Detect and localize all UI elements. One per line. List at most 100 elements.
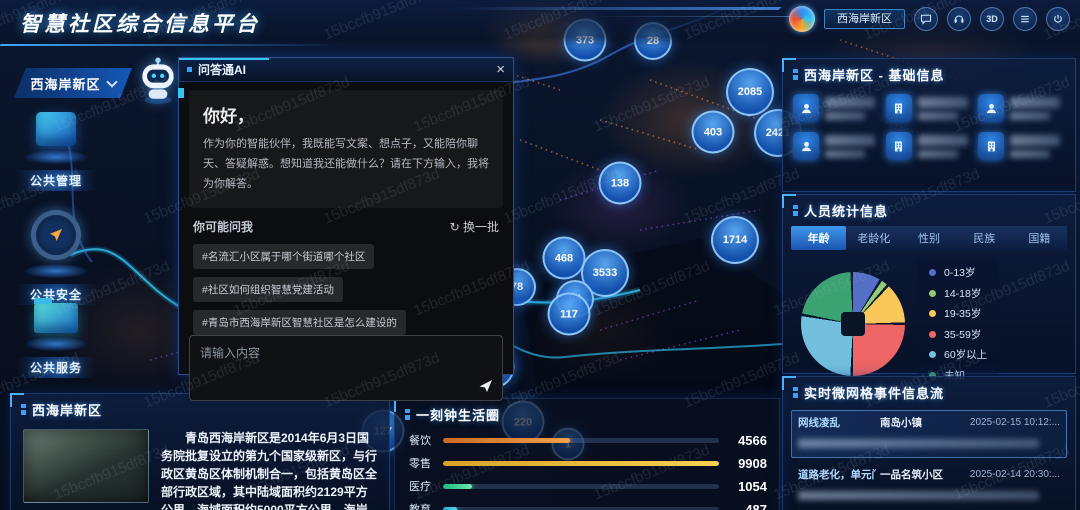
masked-value <box>918 135 968 146</box>
tab-性别[interactable]: 性别 <box>901 226 956 250</box>
district-selector[interactable]: 西海岸新区 <box>14 68 132 98</box>
bar-category-label: 医疗 <box>409 478 435 494</box>
tab-民族[interactable]: 民族 <box>957 226 1012 250</box>
event-timestamp: 2025-02-15 10:12:... <box>952 417 1060 428</box>
stat-text <box>918 97 968 120</box>
stat-text <box>825 97 875 120</box>
panel-title: 西海岸新区 <box>32 400 102 419</box>
event-place: 一品名筑小区 <box>880 467 948 482</box>
send-icon[interactable] <box>478 378 494 394</box>
panel-title-icon <box>793 387 798 398</box>
bar-category-label: 零售 <box>409 455 435 471</box>
stat-text <box>825 135 875 158</box>
ai-assistant-avatar[interactable] <box>133 52 183 106</box>
dialog-titlebar: 问答通AI × <box>179 58 513 82</box>
header-decoration <box>448 7 781 10</box>
legend-item[interactable]: 0-13岁 <box>929 265 987 280</box>
map-marker-bubble[interactable]: 2085 <box>726 68 774 116</box>
bar-track <box>443 507 719 510</box>
bar-track <box>443 438 719 443</box>
bar-row: 医疗 1054 <box>395 474 779 497</box>
age-pie-chart[interactable] <box>801 272 905 376</box>
legend-label: 19-35岁 <box>944 306 981 321</box>
bar-fill <box>443 461 719 466</box>
sidebar-item-public-management[interactable]: 公共管理 <box>16 112 96 191</box>
panel-title-icon <box>405 409 410 420</box>
event-row[interactable]: 网线凌乱南岛小镇 2025-02-15 10:12:... <box>791 410 1067 458</box>
panel-title: 西海岸新区 - 基础信息 <box>804 65 945 84</box>
sidebar-item-public-safety[interactable]: 公共安全 <box>16 210 96 305</box>
suggestion-chip[interactable]: #社区如何组织智慧党建活动 <box>193 277 343 302</box>
stat-item <box>793 94 880 122</box>
map-marker-bubble[interactable]: 403 <box>692 111 735 154</box>
service-folder-icon <box>34 303 78 333</box>
legend-label: 60岁以上 <box>944 347 987 362</box>
households-icon <box>793 132 819 160</box>
panel-title-icon <box>793 69 798 80</box>
sidebar-item-label: 公共管理 <box>16 170 96 191</box>
event-row-line2 <box>798 487 1060 505</box>
bar-value: 1054 <box>727 479 767 494</box>
suggestions-label: 你可能问我 <box>193 218 253 235</box>
map-marker-bubble[interactable]: 468 <box>543 237 586 280</box>
bar-value: 4566 <box>727 433 767 448</box>
icon-pedestal <box>25 337 87 351</box>
legend-item[interactable]: 14-18岁 <box>929 286 987 301</box>
voice-assistant-button[interactable] <box>947 7 971 31</box>
bar-row: 零售9908 <box>395 451 779 474</box>
security-ring-icon <box>31 210 81 260</box>
close-icon[interactable]: × <box>496 62 505 77</box>
map-marker-bubble[interactable]: 1714 <box>711 216 759 264</box>
residents-icon <box>793 94 819 122</box>
smart-community-dashboard: 3732820854032421138171446835337894117276… <box>0 0 1080 510</box>
map-marker-bubble[interactable]: 117 <box>548 293 591 336</box>
layers-menu-button[interactable] <box>1013 7 1037 31</box>
stat-text <box>1010 135 1060 158</box>
grid-area-icon <box>886 94 912 122</box>
tab-年龄[interactable]: 年龄 <box>791 226 846 250</box>
legend-item[interactable]: 35-59岁 <box>929 327 987 342</box>
message-button[interactable] <box>914 7 938 31</box>
tab-老龄化[interactable]: 老龄化 <box>846 226 901 250</box>
event-row[interactable]: 道路老化，单元门...一品名筑小区2025-02-14 20:30:... <box>791 462 1067 510</box>
masked-value <box>825 97 875 108</box>
chat-input-box <box>189 335 503 401</box>
legend-label: 0-13岁 <box>944 265 976 280</box>
bar-track <box>443 484 719 489</box>
icon-pedestal <box>25 264 87 278</box>
legend-item[interactable]: 19-35岁 <box>929 306 987 321</box>
panel-event-stream: 实时微网格事件信息流 网线凌乱南岛小镇2025-02-15 10:12:...道… <box>782 376 1076 510</box>
panel-title-icon <box>21 404 26 415</box>
event-place: 南岛小镇 <box>880 415 948 430</box>
region-badge: 西海岸新区 <box>824 9 905 29</box>
power-button[interactable] <box>1046 7 1070 31</box>
masked-label <box>1010 112 1050 120</box>
suggestion-chip[interactable]: #名流汇小区属于哪个街道哪个社区 <box>193 244 374 269</box>
panel-title: 一刻钟生活圈 <box>416 405 500 424</box>
list-icon <box>1019 13 1031 25</box>
event-type: 网线凌乱 <box>798 415 876 430</box>
sidebar-item-public-service[interactable]: 公共服务 <box>16 303 96 378</box>
stat-text <box>1010 97 1060 120</box>
suggestion-chip[interactable]: #青岛市西海岸新区智慧社区是怎么建设的 <box>193 310 406 335</box>
masked-value <box>1010 135 1060 146</box>
masked-value <box>918 97 968 108</box>
map-marker-bubble[interactable]: 138 <box>599 162 642 205</box>
stat-item <box>886 132 973 160</box>
chat-input[interactable] <box>198 342 474 394</box>
greeting-card: 你好， 作为你的智能伙伴，我既能写文案、想点子，又能陪你聊天、答疑解惑。想知道我… <box>189 90 503 208</box>
legend-item[interactable]: 60岁以上 <box>929 347 987 362</box>
bar-row: 教育487 <box>395 497 779 510</box>
tab-国籍[interactable]: 国籍 <box>1012 226 1067 250</box>
stat-item <box>886 94 973 122</box>
pie-legend: 0-13岁14-18岁19-35岁35-59岁60岁以上未知 <box>917 258 999 390</box>
stat-item <box>978 94 1065 122</box>
3d-toggle-button[interactable]: 3D <box>980 7 1004 31</box>
community-icon <box>886 132 912 160</box>
panel-base-info: 西海岸新区 - 基础信息 <box>782 58 1076 192</box>
legend-dot <box>929 290 936 297</box>
event-row-line1: 道路老化，单元门...一品名筑小区2025-02-14 20:30:... <box>798 467 1060 482</box>
masked-label <box>918 112 958 120</box>
legend-label: 14-18岁 <box>944 286 981 301</box>
refresh-suggestions-button[interactable]: ↻ 换一批 <box>450 218 499 235</box>
